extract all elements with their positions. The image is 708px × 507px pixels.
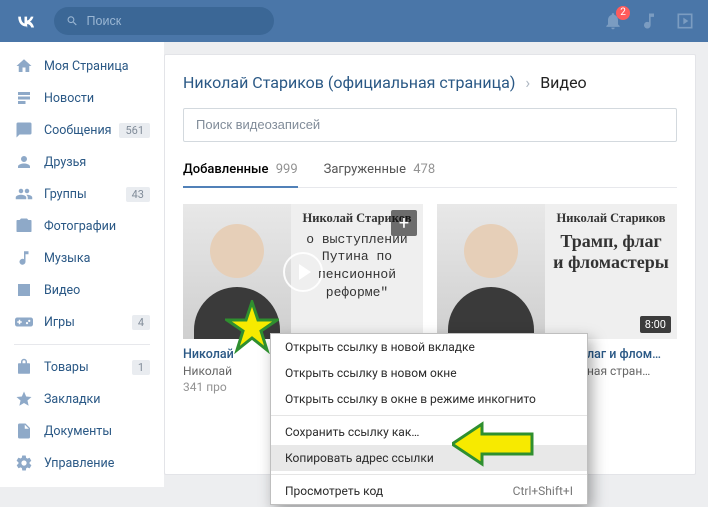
search-icon (66, 14, 79, 28)
menu-shortcut: Ctrl+Shift+I (513, 484, 573, 498)
tutorial-star-marker (225, 300, 279, 358)
menu-open-incognito[interactable]: Открыть ссылку в окне в режиме инкогнито (271, 386, 587, 412)
music-note-icon (14, 248, 34, 268)
sidebar-item-documents[interactable]: Документы (0, 415, 164, 447)
sidebar-item-my-page[interactable]: Моя Страница (0, 50, 164, 82)
menu-label: Сохранить ссылку как… (285, 425, 419, 439)
sidebar-item-photos[interactable]: Фотографии (0, 210, 164, 242)
video-tabs: Добавленные 999 Загруженные 478 (183, 156, 677, 188)
notifications-icon[interactable]: 2 (602, 10, 624, 32)
sidebar-item-label: Новости (44, 91, 94, 106)
video-search-box[interactable] (183, 108, 677, 142)
menu-label: Просмотреть код (285, 484, 383, 498)
home-icon (14, 56, 34, 76)
tab-uploaded[interactable]: Загруженные 478 (324, 156, 436, 187)
sidebar-badge: 561 (119, 123, 150, 138)
menu-separator (271, 415, 587, 416)
video-thumbnail[interactable]: Николай Стариков о выступлении Путина по… (183, 204, 423, 339)
sidebar-badge: 43 (126, 187, 150, 202)
sidebar-item-label: Документы (44, 424, 112, 439)
news-icon (14, 88, 34, 108)
sidebar-item-market[interactable]: Товары 1 (0, 351, 164, 383)
play-icon[interactable] (283, 252, 323, 292)
tab-count: 478 (413, 162, 435, 177)
thumb-desc: Трамп, флаг и фломастеры (553, 231, 669, 274)
thumb-title: Николай Стариков (553, 210, 669, 227)
sidebar-item-groups[interactable]: Группы 43 (0, 178, 164, 210)
menu-label: Копировать адрес ссылки (285, 451, 434, 465)
sidebar-item-label: Музыка (44, 251, 90, 266)
sidebar-item-label: Игры (44, 315, 75, 330)
header-search[interactable] (54, 7, 274, 35)
sidebar-item-label: Друзья (44, 155, 86, 170)
settings-icon (14, 453, 34, 473)
documents-icon (14, 421, 34, 441)
tab-added[interactable]: Добавленные 999 (183, 156, 298, 187)
tutorial-arrow-marker (452, 420, 536, 472)
video-icon (14, 280, 34, 300)
menu-open-new-tab[interactable]: Открыть ссылку в новой вкладке (271, 334, 587, 360)
top-header: 2 (0, 0, 708, 42)
tab-label: Добавленные (183, 162, 268, 177)
bookmark-icon (14, 389, 34, 409)
breadcrumb-link[interactable]: Николай Стариков (официальная страница) (183, 73, 515, 92)
sidebar-item-music[interactable]: Музыка (0, 242, 164, 274)
tab-label: Загруженные (324, 162, 406, 177)
video-play-icon[interactable] (674, 10, 696, 32)
video-search-input[interactable] (196, 117, 664, 132)
sidebar-item-messages[interactable]: Сообщения 561 (0, 114, 164, 146)
menu-separator (271, 474, 587, 475)
friends-icon (14, 152, 34, 172)
chevron-right-icon: › (525, 73, 530, 92)
video-author-link[interactable]: ная стран… (587, 364, 677, 378)
games-icon (14, 312, 34, 332)
context-menu: Открыть ссылку в новой вкладке Открыть с… (270, 333, 588, 505)
menu-label: Открыть ссылку в новом окне (285, 366, 457, 380)
menu-label: Открыть ссылку в окне в режиме инкогнито (285, 392, 536, 406)
sidebar-item-label: Группы (44, 187, 87, 202)
groups-icon (14, 184, 34, 204)
add-video-button[interactable]: + (391, 210, 417, 236)
menu-label: Открыть ссылку в новой вкладке (285, 340, 475, 354)
sidebar-item-bookmarks[interactable]: Закладки (0, 383, 164, 415)
sidebar: Моя Страница Новости Сообщения 561 Друзь… (0, 42, 164, 487)
sidebar-item-friends[interactable]: Друзья (0, 146, 164, 178)
tab-count: 999 (276, 162, 298, 177)
sidebar-item-video[interactable]: Видео (0, 274, 164, 306)
search-input[interactable] (87, 14, 262, 28)
menu-open-new-window[interactable]: Открыть ссылку в новом окне (271, 360, 587, 386)
sidebar-item-label: Видео (44, 283, 80, 298)
notification-badge: 2 (616, 6, 630, 20)
sidebar-item-label: Управление (44, 456, 114, 471)
sidebar-item-news[interactable]: Новости (0, 82, 164, 114)
vk-logo[interactable] (12, 7, 40, 35)
messages-icon (14, 120, 34, 140)
market-icon (14, 357, 34, 377)
sidebar-item-label: Моя Страница (44, 59, 129, 74)
sidebar-item-label: Сообщения (44, 123, 112, 138)
breadcrumb: Николай Стариков (официальная страница) … (183, 73, 677, 92)
photos-icon (14, 216, 34, 236)
sidebar-item-manage[interactable]: Управление (0, 447, 164, 479)
sidebar-divider (14, 344, 150, 345)
sidebar-item-label: Фотографии (44, 219, 116, 234)
menu-save-link-as[interactable]: Сохранить ссылку как… (271, 419, 587, 445)
sidebar-item-label: Товары (44, 360, 89, 375)
music-icon[interactable] (638, 10, 660, 32)
sidebar-item-games[interactable]: Игры 4 (0, 306, 164, 338)
video-thumbnail[interactable]: Николай Стариков Трамп, флаг и фломастер… (437, 204, 677, 339)
sidebar-item-label: Закладки (44, 392, 101, 407)
sidebar-badge: 4 (132, 315, 150, 330)
video-title-link[interactable]: лаг и флом… (587, 347, 677, 362)
thumb-person (437, 204, 545, 339)
duration-badge: 8:00 (640, 316, 671, 333)
menu-copy-link-address[interactable]: Копировать адрес ссылки (271, 445, 587, 471)
sidebar-badge: 1 (132, 360, 150, 375)
menu-inspect[interactable]: Просмотреть код Ctrl+Shift+I (271, 478, 587, 504)
breadcrumb-current: Видео (540, 73, 586, 92)
